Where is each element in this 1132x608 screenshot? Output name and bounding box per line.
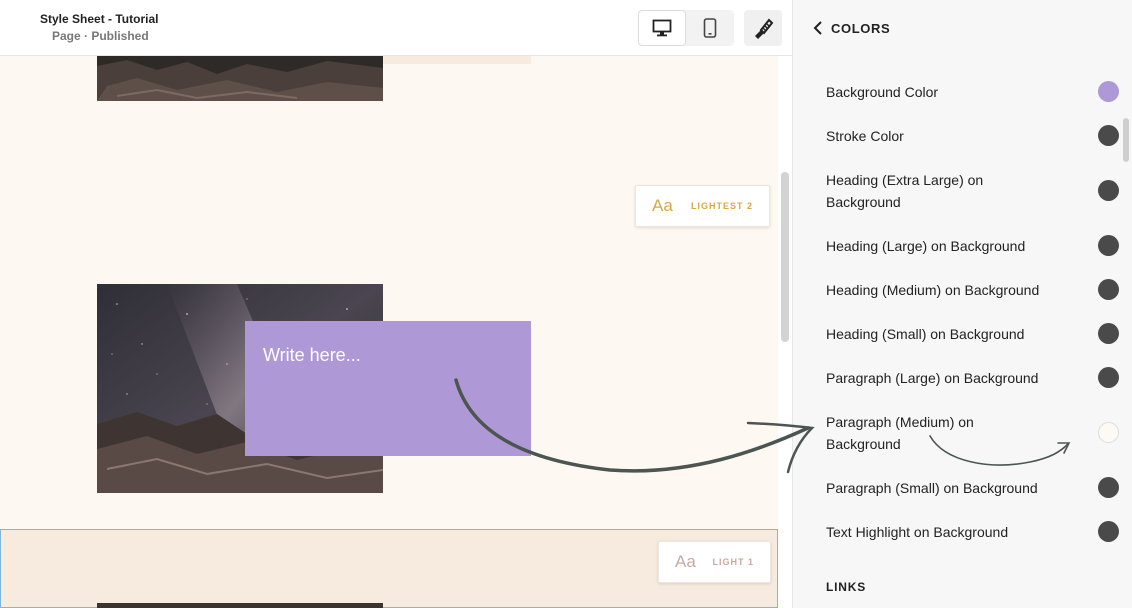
text-block[interactable]: Write here... [245, 321, 531, 456]
page-status: Page · Published [52, 29, 149, 43]
page-canvas[interactable]: Aa LIGHTEST 2 Write here... Aa LIGHT 1 [0, 56, 778, 608]
page-section-light-1[interactable]: Aa LIGHT 1 [0, 529, 778, 608]
color-swatch[interactable] [1098, 235, 1119, 256]
color-swatch[interactable] [1098, 180, 1119, 201]
section-theme-tag[interactable]: Aa LIGHTEST 2 [635, 185, 770, 227]
color-swatch[interactable] [1098, 477, 1119, 498]
phone-icon [703, 18, 717, 38]
panel-scrollbar-thumb[interactable] [1123, 118, 1129, 162]
color-label: Heading (Large) on Background [826, 238, 1026, 254]
device-toggle [638, 10, 734, 46]
color-label: Paragraph (Large) on Background [826, 370, 1039, 386]
theme-aa: Aa [675, 552, 696, 571]
color-row-stroke[interactable]: Stroke Color [826, 125, 1119, 147]
color-swatch[interactable] [1098, 323, 1119, 344]
color-swatch[interactable] [1098, 81, 1119, 102]
links-section-heading: LINKS [826, 580, 866, 594]
color-swatch[interactable] [1098, 279, 1119, 300]
color-row-heading-medium[interactable]: Heading (Medium) on Background [826, 279, 1119, 301]
color-label: Heading (Extra Large) on Background [826, 172, 984, 210]
site-styles-button[interactable] [744, 10, 782, 46]
color-label: Heading (Medium) on Background [826, 282, 1040, 298]
theme-label: LIGHTEST 2 [690, 201, 753, 211]
desktop-view-button[interactable] [638, 10, 686, 46]
color-swatch[interactable] [1098, 422, 1119, 443]
color-row-paragraph-small[interactable]: Paragraph (Small) on Background [826, 477, 1119, 499]
color-row-paragraph-large[interactable]: Paragraph (Large) on Background [826, 367, 1119, 389]
color-row-paragraph-medium[interactable]: Paragraph (Medium) on Background [826, 411, 1119, 455]
theme-label: LIGHT 1 [712, 557, 754, 567]
color-label: Paragraph (Medium) on Background [826, 414, 974, 452]
color-label: Text Highlight on Background [826, 524, 1009, 540]
paintbrush-icon [755, 18, 774, 39]
text-placeholder[interactable]: Write here... [263, 345, 361, 366]
color-swatch[interactable] [1098, 521, 1119, 542]
color-row-text-highlight[interactable]: Text Highlight on Background [826, 521, 1119, 543]
editor-header: Style Sheet - Tutorial Page · Published [0, 0, 792, 56]
color-row-heading-small[interactable]: Heading (Small) on Background [826, 323, 1119, 345]
panel-title: COLORS [831, 20, 891, 36]
site-title: Style Sheet - Tutorial [40, 12, 159, 26]
color-label: Paragraph (Small) on Background [826, 480, 1038, 496]
color-label: Heading (Small) on Background [826, 326, 1025, 342]
mobile-view-button[interactable] [686, 10, 734, 46]
section-theme-tag[interactable]: Aa LIGHT 1 [658, 541, 771, 583]
image-block-bottom[interactable] [97, 603, 383, 608]
theme-aa: Aa [652, 196, 673, 215]
color-label: Stroke Color [826, 128, 904, 144]
image-block-top[interactable] [97, 56, 383, 101]
chevron-left-icon [813, 21, 822, 35]
colors-panel: COLORS Background Color Stroke Color Hea… [792, 0, 1132, 608]
color-row-heading-large[interactable]: Heading (Large) on Background [826, 235, 1119, 257]
color-swatch[interactable] [1098, 125, 1119, 146]
color-row-background[interactable]: Background Color [826, 81, 1119, 103]
color-swatch[interactable] [1098, 367, 1119, 388]
color-label: Background Color [826, 84, 939, 100]
monitor-icon [652, 19, 672, 37]
mountain-photo [97, 56, 383, 101]
canvas-scrollbar-thumb[interactable] [781, 172, 789, 342]
color-row-heading-xl[interactable]: Heading (Extra Large) on Background [826, 169, 1119, 213]
back-button[interactable]: COLORS [813, 18, 890, 38]
